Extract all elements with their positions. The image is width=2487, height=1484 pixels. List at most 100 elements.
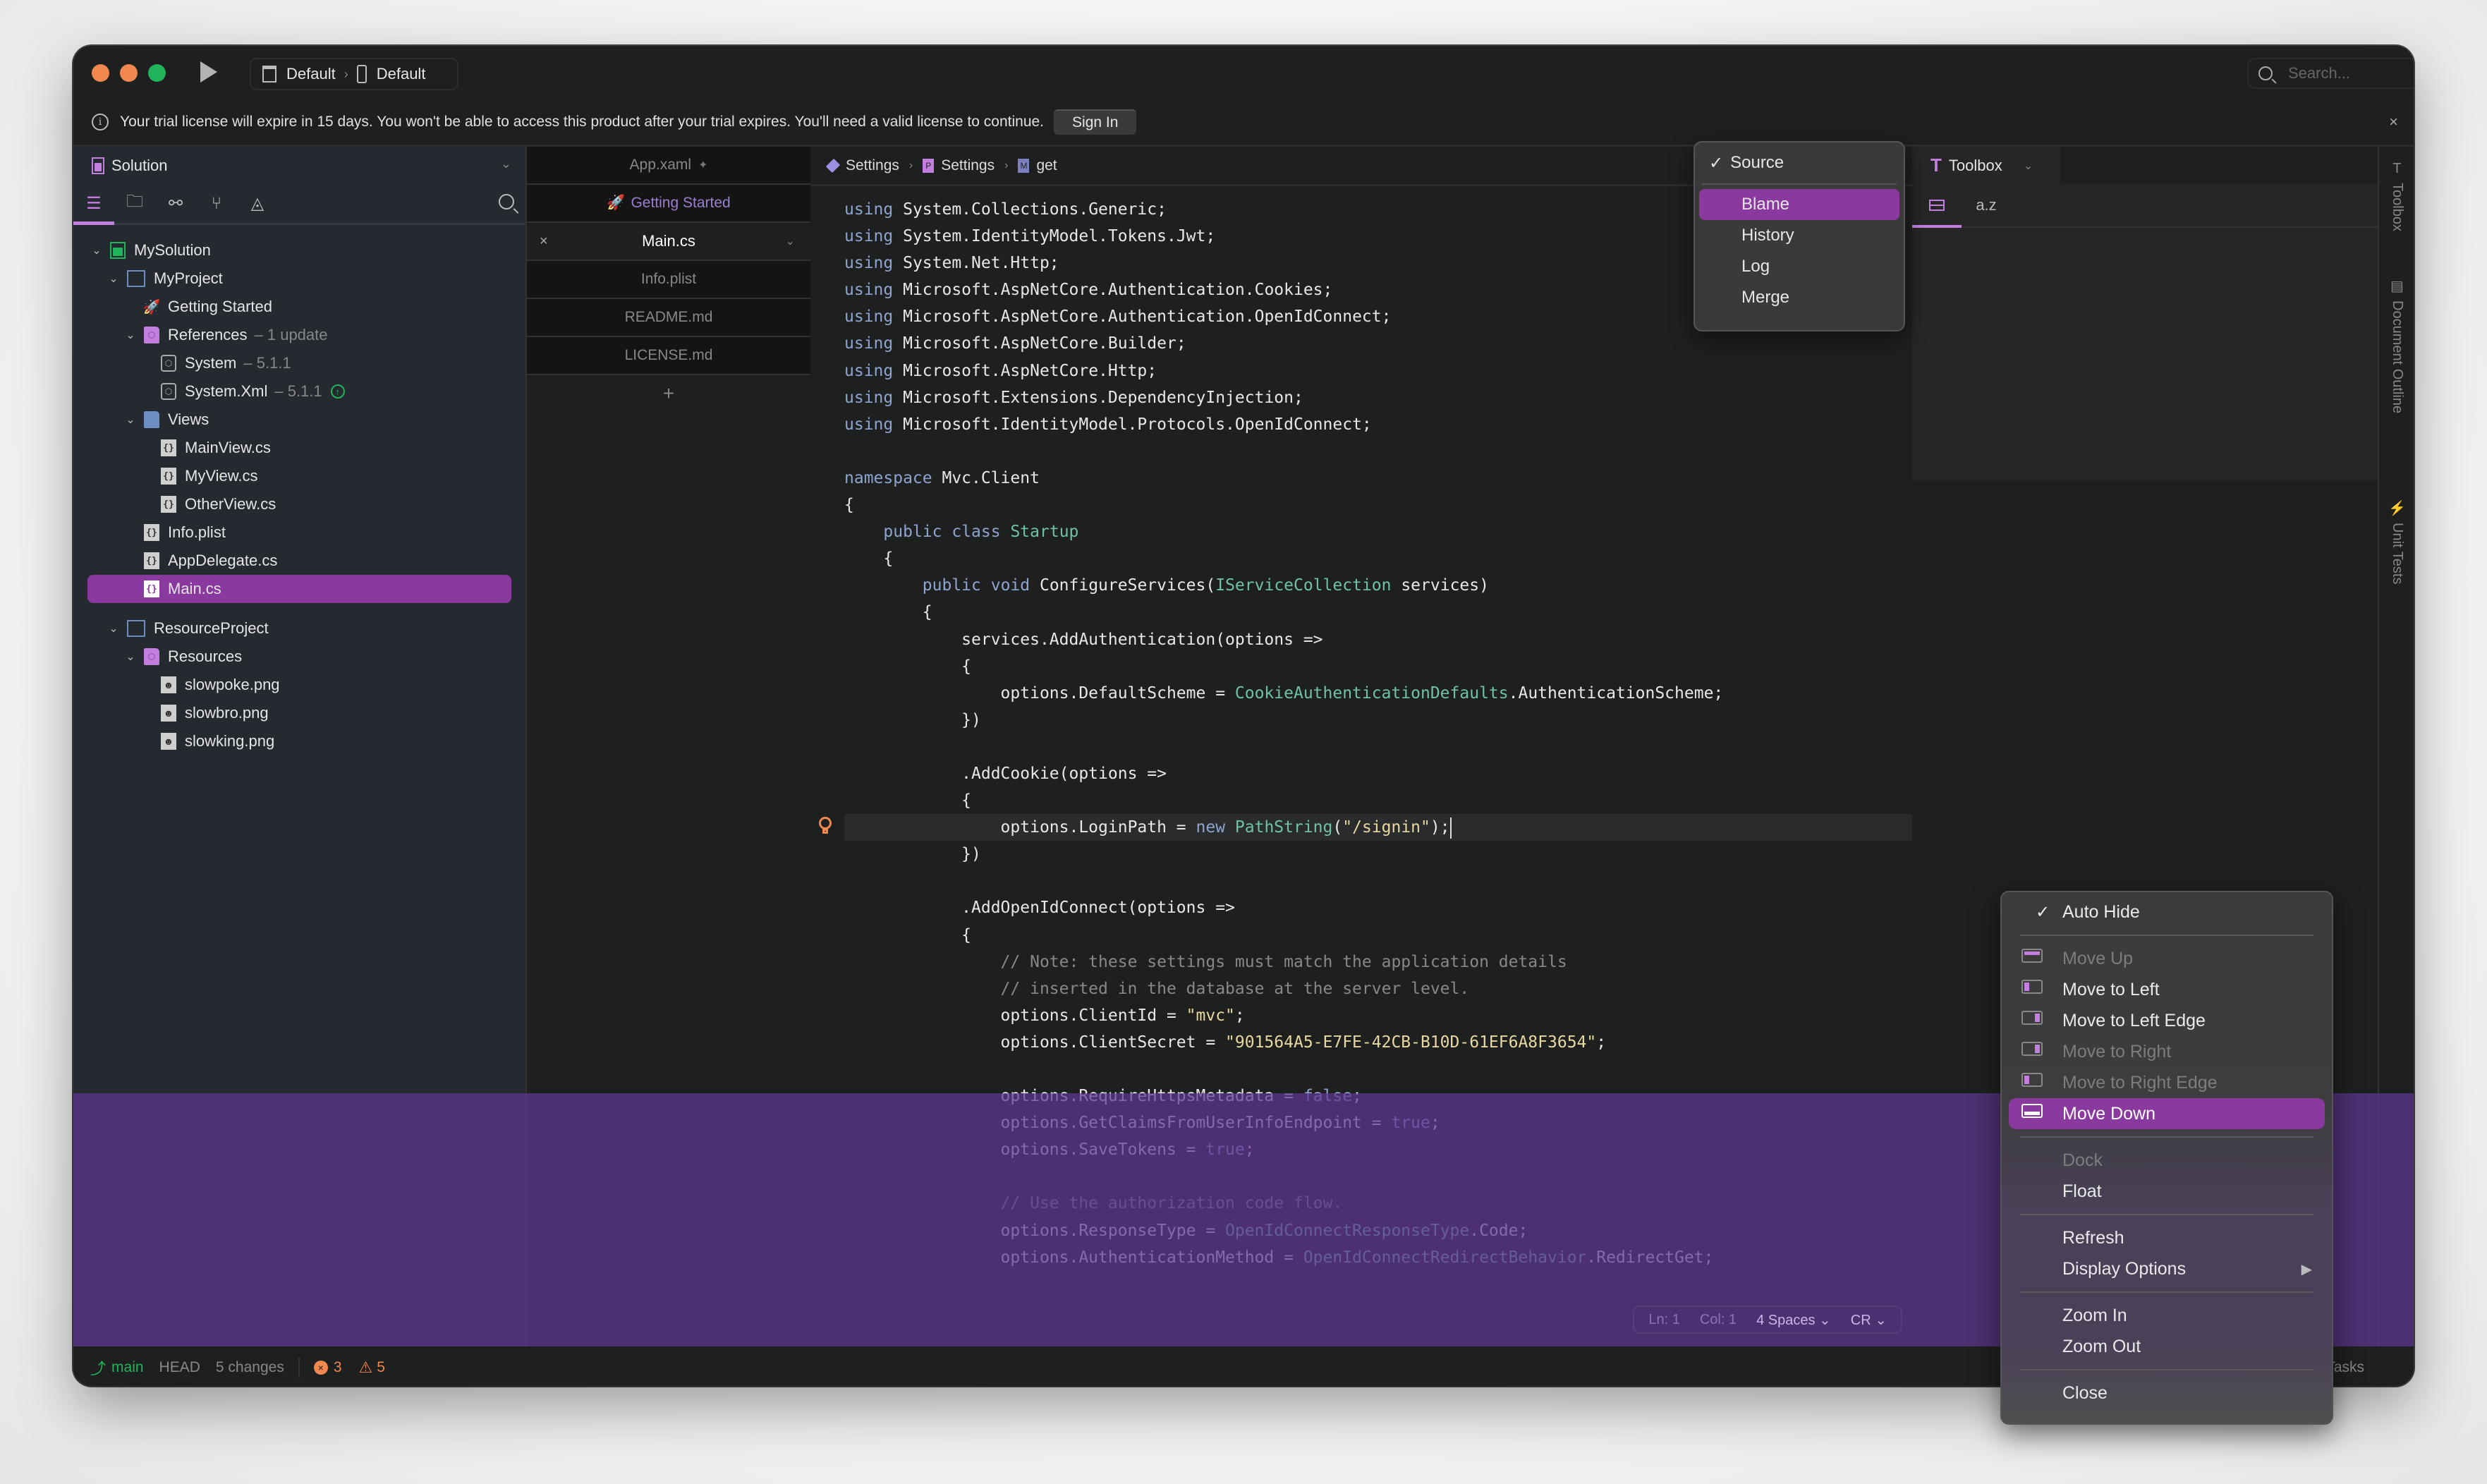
tree-item-selected[interactable]: {} Main.cs bbox=[87, 575, 511, 603]
lightbulb-icon[interactable] bbox=[819, 817, 832, 834]
tree-item[interactable]: {} Info.plist bbox=[73, 518, 525, 547]
chevron-down-icon[interactable]: ⌄ bbox=[106, 272, 121, 286]
tree-item[interactable]: ☻ slowking.png bbox=[73, 727, 525, 755]
sort-alphabetical-button[interactable]: a.z bbox=[1962, 184, 2011, 226]
errors-indicator[interactable]: × 3 bbox=[313, 1359, 342, 1376]
maximize-window-button[interactable] bbox=[148, 64, 166, 82]
code-line[interactable]: // Note: these settings must match the a… bbox=[810, 949, 1912, 975]
code-line[interactable]: { bbox=[810, 653, 1912, 680]
breadcrumb-item[interactable]: Settings bbox=[846, 157, 899, 174]
tab-getting-started[interactable]: 🚀 Getting Started bbox=[527, 185, 810, 223]
minimize-window-button[interactable] bbox=[120, 64, 138, 82]
code-line[interactable]: options.ClientSecret = "901564A5-E7FE-42… bbox=[810, 1029, 1912, 1056]
indentation-selector[interactable]: 4 Spaces ⌄ bbox=[1756, 1311, 1831, 1329]
tree-item[interactable]: 🚀 Getting Started bbox=[73, 293, 525, 321]
chevron-down-icon[interactable]: ⌄ bbox=[786, 234, 795, 248]
menu-item-history[interactable]: History bbox=[1699, 220, 1899, 251]
chevron-down-icon[interactable]: ⌄ bbox=[123, 413, 138, 427]
menu-item-move-down[interactable]: Move Down bbox=[2009, 1098, 2325, 1129]
menu-item-zoom-in[interactable]: Zoom In bbox=[2009, 1300, 2325, 1331]
close-icon[interactable]: × bbox=[540, 233, 548, 250]
code-line[interactable]: .AddOpenIdConnect(options => bbox=[810, 894, 1912, 921]
code-line[interactable]: namespace Mvc.Client bbox=[810, 465, 1912, 492]
code-line[interactable]: using Microsoft.AspNetCore.Http; bbox=[810, 358, 1912, 384]
graph-view-icon[interactable]: ⚯ bbox=[155, 184, 196, 223]
unity-view-icon[interactable]: ◬ bbox=[237, 184, 278, 223]
rail-item-unit-tests[interactable]: ⚡ Unit Tests bbox=[2379, 499, 2414, 584]
chevron-down-icon[interactable]: ⌄ bbox=[106, 621, 121, 635]
menu-item-zoom-out[interactable]: Zoom Out bbox=[2009, 1331, 2325, 1362]
search-input[interactable]: Search... bbox=[2247, 58, 2414, 89]
tree-item[interactable]: ☻ slowbro.png bbox=[73, 699, 525, 727]
toolbox-header[interactable]: T Toolbox ⌄ bbox=[1912, 147, 2060, 184]
code-line[interactable]: using Microsoft.Extensions.DependencyInj… bbox=[810, 384, 1912, 411]
tab-readme[interactable]: README.md bbox=[527, 299, 810, 337]
menu-item-dock[interactable]: Dock bbox=[2009, 1145, 2325, 1176]
menu-item-move-to-right[interactable]: Move to Right bbox=[2009, 1036, 2325, 1067]
chevron-down-icon[interactable]: ⌄ bbox=[89, 243, 104, 257]
code-line[interactable]: public class Startup bbox=[810, 518, 1912, 545]
chevron-down-icon[interactable]: ⌄ bbox=[501, 157, 511, 171]
tree-item[interactable]: {} AppDelegate.cs bbox=[73, 547, 525, 575]
menu-item-move-to-left-edge[interactable]: Move to Left Edge bbox=[2009, 1005, 2325, 1036]
tree-item[interactable]: {} MainView.cs bbox=[73, 434, 525, 462]
warnings-indicator[interactable]: ⚠ 5 bbox=[359, 1358, 385, 1377]
run-button[interactable] bbox=[200, 61, 217, 83]
run-configuration-selector[interactable]: Default › Default bbox=[250, 58, 458, 90]
tree-item[interactable]: ⌄ MySolution bbox=[73, 236, 525, 264]
code-line[interactable]: // inserted in the database at the serve… bbox=[810, 975, 1912, 1002]
code-line[interactable]: public void ConfigureServices(IServiceCo… bbox=[810, 572, 1912, 599]
breadcrumb-item[interactable]: get bbox=[1036, 157, 1057, 174]
menu-item-merge[interactable]: Merge bbox=[1699, 282, 1899, 313]
menu-item-source[interactable]: ✓ Source bbox=[1695, 142, 1904, 183]
code-line[interactable]: { bbox=[810, 492, 1912, 518]
line-ending-selector[interactable]: CR ⌄ bbox=[1851, 1311, 1887, 1329]
chevron-down-icon[interactable]: ⌄ bbox=[123, 328, 138, 342]
code-line-current[interactable]: options.LoginPath = new PathString("/sig… bbox=[819, 814, 1912, 841]
code-line[interactable]: }) bbox=[810, 841, 1912, 868]
code-line[interactable]: using Microsoft.AspNetCore.Builder; bbox=[810, 330, 1912, 357]
code-line[interactable]: { bbox=[810, 599, 1912, 626]
folder-view-icon[interactable]: 🗀 bbox=[114, 184, 155, 223]
breadcrumb-item[interactable]: Settings bbox=[941, 157, 995, 174]
code-line[interactable] bbox=[810, 868, 1912, 894]
menu-item-move-to-right-edge[interactable]: Move to Right Edge bbox=[2009, 1067, 2325, 1098]
solution-header[interactable]: Solution ⌄ bbox=[73, 147, 525, 184]
tree-item[interactable]: ⌄ ResourceProject bbox=[73, 614, 525, 643]
add-tab-button[interactable]: + bbox=[527, 375, 810, 412]
tree-item[interactable]: ⌄ ⬡ References – 1 update bbox=[73, 321, 525, 349]
tree-item[interactable]: ⬡ System – 5.1.1 bbox=[73, 349, 525, 377]
menu-item-refresh[interactable]: Refresh bbox=[2009, 1222, 2325, 1253]
code-line[interactable]: }) bbox=[810, 707, 1912, 734]
code-line[interactable]: .AddCookie(options => bbox=[810, 760, 1912, 787]
code-line[interactable] bbox=[810, 734, 1912, 760]
branch-indicator[interactable]: ⤴ main bbox=[90, 1356, 144, 1379]
tree-item[interactable]: {} OtherView.cs bbox=[73, 490, 525, 518]
menu-item-float[interactable]: Float bbox=[2009, 1176, 2325, 1207]
chevron-down-icon[interactable]: ⌄ bbox=[2024, 159, 2033, 173]
menu-item-log[interactable]: Log bbox=[1699, 251, 1899, 282]
code-line[interactable]: { bbox=[810, 922, 1912, 949]
rail-item-document-outline[interactable]: ▤ Document Outline bbox=[2379, 277, 2414, 413]
code-line[interactable]: options.DefaultScheme = CookieAuthentica… bbox=[810, 680, 1912, 707]
git-view-icon[interactable]: ⑂ bbox=[196, 184, 237, 223]
menu-item-blame[interactable]: Blame bbox=[1699, 189, 1899, 220]
tab-app-xaml[interactable]: App.xaml ✦ bbox=[527, 147, 810, 185]
tree-item[interactable]: ⬡ System.Xml – 5.1.1 ↑ bbox=[73, 377, 525, 406]
tree-item[interactable]: ☻ slowpoke.png bbox=[73, 671, 525, 699]
list-view-icon[interactable]: ☰ bbox=[73, 184, 114, 225]
tree-item[interactable]: {} MyView.cs bbox=[73, 462, 525, 490]
code-line[interactable]: options.ClientId = "mvc"; bbox=[810, 1002, 1912, 1029]
tab-license[interactable]: LICENSE.md bbox=[527, 337, 810, 375]
menu-item-close[interactable]: Close bbox=[2009, 1377, 2325, 1409]
sign-in-button[interactable]: Sign In bbox=[1054, 109, 1137, 135]
rail-item-toolbox[interactable]: T Toolbox bbox=[2379, 161, 2414, 231]
pin-icon[interactable]: ✦ bbox=[698, 158, 707, 172]
code-line[interactable] bbox=[810, 1056, 1912, 1083]
menu-item-move-to-left[interactable]: Move to Left bbox=[2009, 974, 2325, 1005]
category-view-icon[interactable] bbox=[1912, 184, 1962, 228]
menu-item-move-up[interactable]: Move Up bbox=[2009, 943, 2325, 974]
menu-item-auto-hide[interactable]: ✓ Auto Hide bbox=[2009, 896, 2325, 928]
tab-main-cs[interactable]: × Main.cs ⌄ bbox=[527, 223, 810, 261]
tab-info-plist[interactable]: Info.plist bbox=[527, 261, 810, 299]
